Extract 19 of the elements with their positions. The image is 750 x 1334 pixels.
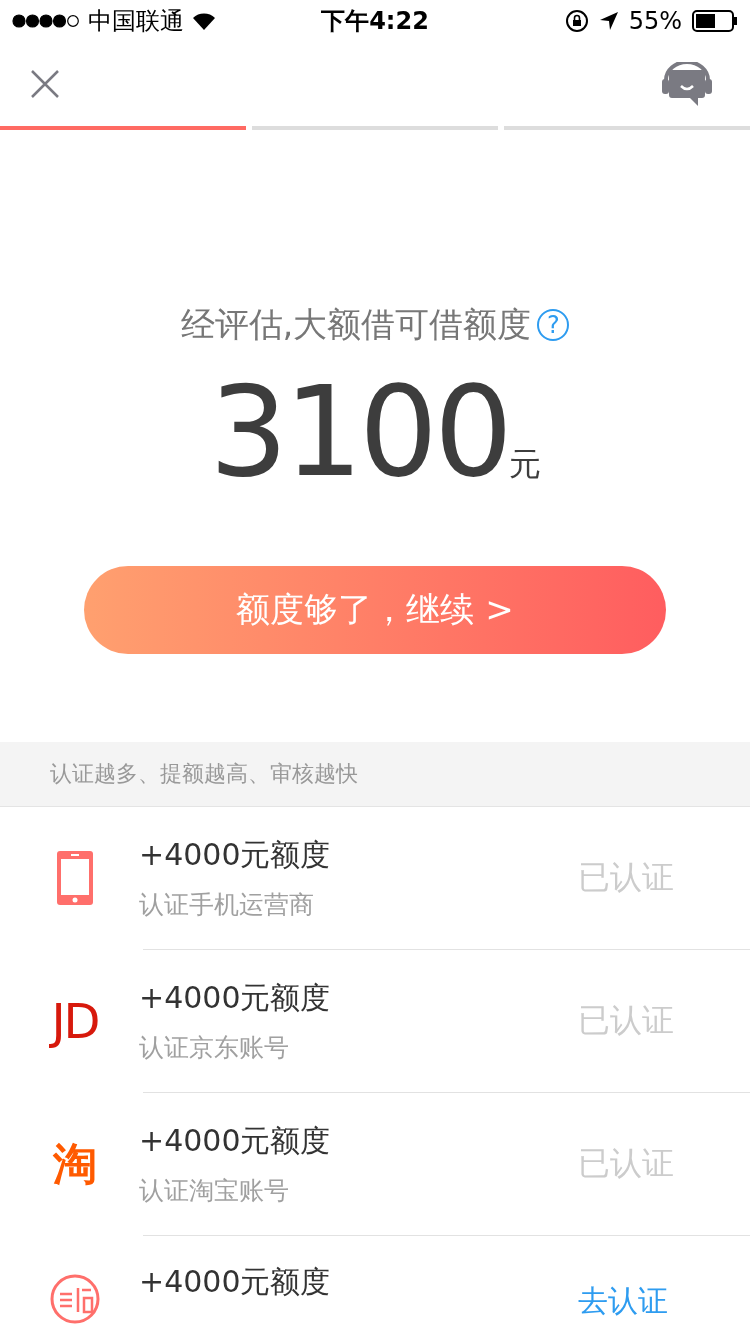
- battery-percent: 55%: [628, 7, 682, 35]
- item-subtitle: 认证手机运营商: [139, 889, 315, 921]
- jd-logo: JD: [51, 993, 99, 1049]
- continue-button[interactable]: 额度够了，继续 >: [84, 566, 666, 654]
- carrier-name: 中国联通: [88, 6, 184, 37]
- clock-time: 下午4:22: [321, 6, 429, 37]
- item-title: +4000元额度: [139, 1122, 332, 1160]
- item-subtitle: 认证淘宝账号: [139, 1175, 290, 1207]
- taobao-logo: 淘: [53, 1136, 97, 1191]
- section-hint: 认证越多、提额越高、审核越快: [0, 742, 750, 807]
- currency-unit: 元: [508, 444, 541, 485]
- quota-label: 经评估,大额借可借额度: [180, 303, 532, 346]
- item-subtitle: 认证京东账号: [139, 1032, 290, 1064]
- quota-amount: 3100: [209, 362, 509, 502]
- help-icon[interactable]: ?: [537, 309, 570, 341]
- item-title: +4000元额度: [139, 979, 332, 1017]
- item-title: +4000元额度: [139, 836, 332, 874]
- verify-link[interactable]: 去认证: [578, 1284, 750, 1318]
- item-title: +4000元额度: [139, 1263, 332, 1301]
